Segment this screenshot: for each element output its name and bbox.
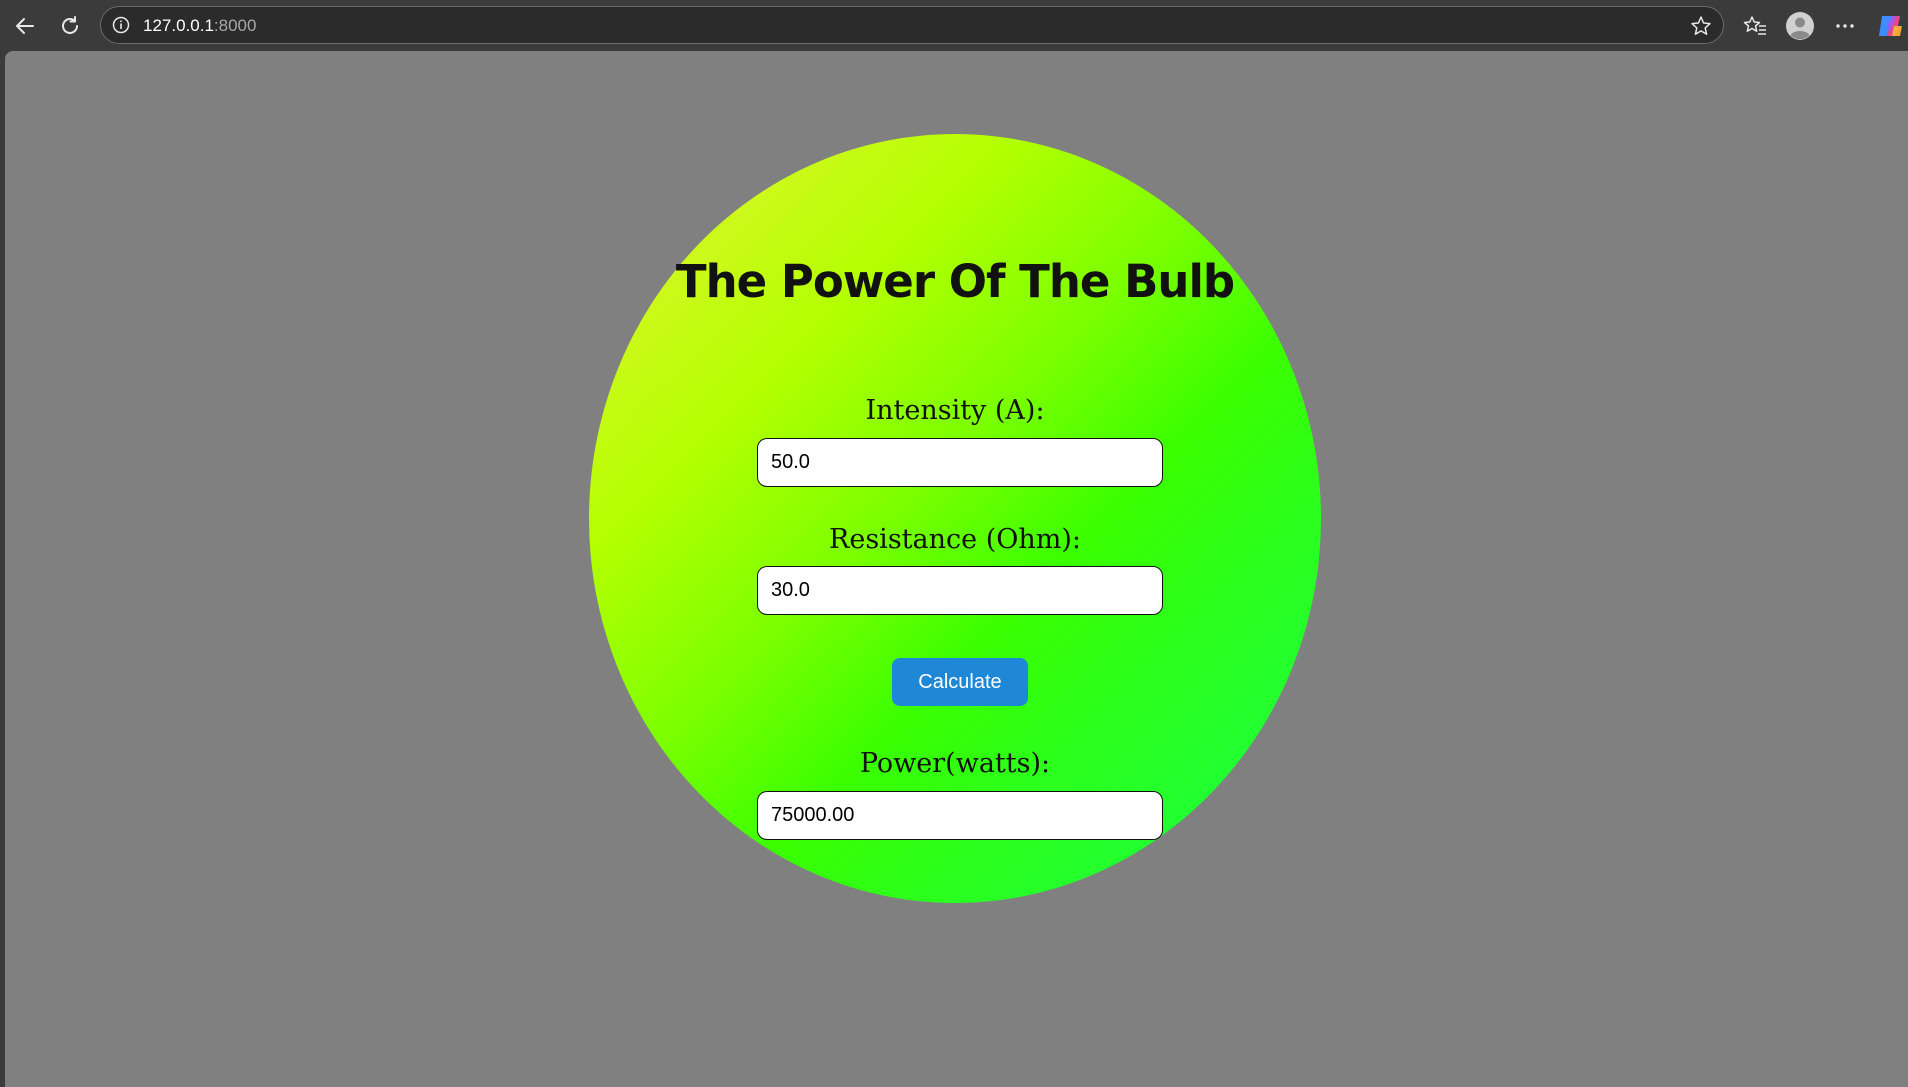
url-host: 127.0.0.1 (143, 16, 214, 35)
more-icon[interactable] (1829, 10, 1861, 42)
bulb-circle (589, 134, 1321, 903)
address-bar[interactable]: 127.0.0.1:8000 (100, 6, 1724, 44)
calculate-button[interactable]: Calculate (892, 658, 1028, 706)
power-output[interactable] (757, 791, 1163, 840)
url-port: :8000 (213, 16, 257, 35)
power-label: Power(watts): (859, 748, 1051, 779)
page-title: The Power Of The Bulb (675, 255, 1235, 308)
intensity-label: Intensity (A): (865, 395, 1045, 426)
resistance-label: Resistance (Ohm): (829, 524, 1081, 555)
back-arrow-icon[interactable] (9, 10, 41, 42)
intensity-input[interactable] (757, 438, 1163, 487)
browser-toolbar: 127.0.0.1:8000 (0, 0, 1908, 51)
copilot-icon[interactable] (1874, 10, 1906, 42)
favorites-icon[interactable] (1739, 10, 1771, 42)
url-text[interactable]: 127.0.0.1:8000 (143, 16, 256, 36)
info-icon[interactable] (111, 15, 131, 35)
refresh-icon[interactable] (54, 10, 86, 42)
resistance-input[interactable] (757, 566, 1163, 615)
star-icon[interactable] (1689, 14, 1713, 38)
profile-icon[interactable] (1784, 10, 1816, 42)
